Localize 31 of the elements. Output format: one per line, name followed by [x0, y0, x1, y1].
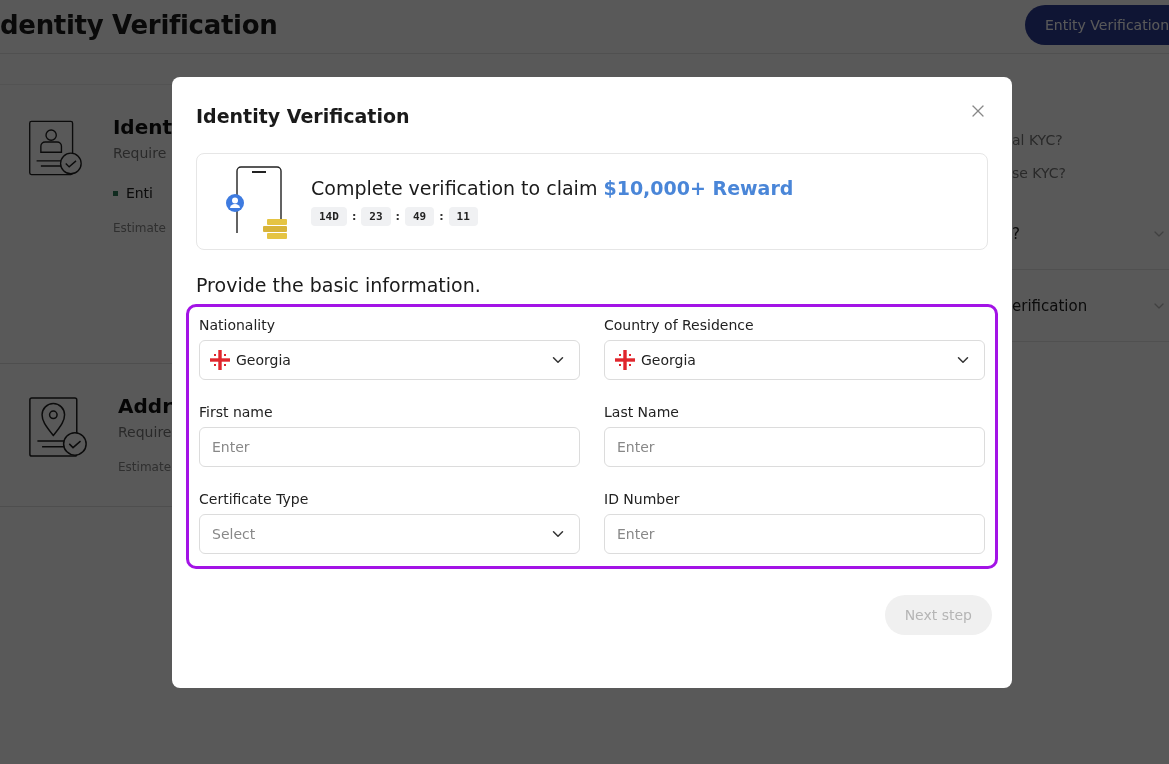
countdown-value: 23	[361, 207, 391, 226]
reward-text: Complete verification to claim $10,000+ Reward	[311, 177, 794, 199]
input-field[interactable]: Enter	[199, 427, 580, 467]
flag-icon	[210, 350, 230, 370]
countdown-separator: :	[395, 210, 400, 223]
flag-icon	[615, 350, 635, 370]
field-label: First name	[199, 404, 274, 420]
field-label: ID Number	[604, 491, 681, 507]
input-field[interactable]: Enter	[604, 514, 985, 554]
countdown-value: 49	[404, 207, 435, 226]
page-title: dentity Verification	[0, 9, 278, 40]
bullet-text: Enti	[125, 185, 153, 201]
card-title: Ident	[112, 115, 172, 139]
countdown-separator: :	[439, 210, 444, 223]
countdown-value: 14D	[311, 207, 347, 226]
entity-verification-button[interactable]: Entity Verification	[1025, 4, 1169, 45]
select-field[interactable]: Select	[199, 514, 580, 554]
country-select[interactable]: Georgia	[604, 340, 985, 380]
field-label: Certificate Type	[199, 491, 310, 507]
field-label: Nationality	[199, 317, 276, 333]
country-select[interactable]: Georgia	[199, 340, 580, 380]
field-label: Country of Residence	[604, 317, 755, 333]
card-title: Addr	[118, 394, 172, 418]
bullet-icon	[112, 190, 118, 196]
input-field[interactable]: Enter	[604, 427, 985, 467]
section-title: Provide the basic information.	[196, 274, 482, 296]
countdown-value: 11	[448, 207, 478, 226]
countdown-separator: :	[351, 210, 357, 223]
field-label: Last Name	[604, 404, 680, 420]
dialog-title: Identity Verification	[196, 105, 410, 127]
location-document-check-icon	[28, 394, 88, 460]
